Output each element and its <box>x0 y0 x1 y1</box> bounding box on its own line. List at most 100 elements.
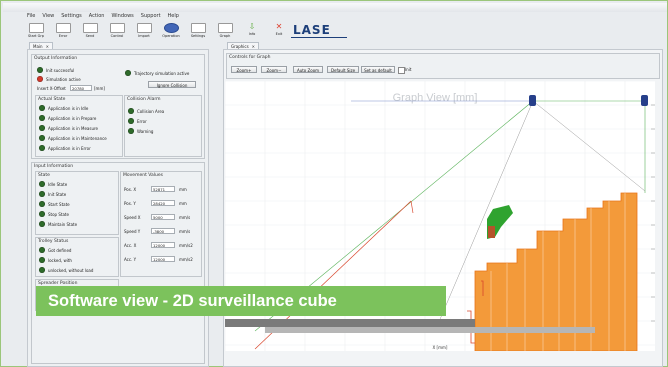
led-label: Init successful <box>46 67 75 73</box>
trolley-label: locked, with <box>48 257 72 263</box>
menu-action[interactable]: Action <box>89 13 105 21</box>
group-title: Actual State <box>38 97 66 102</box>
collision-alarm-group: Collision Alarm Collision Area Error War… <box>124 95 202 157</box>
actual-state-group: Actual State Application is in Idle Appl… <box>35 95 123 157</box>
movement-value-field[interactable]: 12000 <box>151 242 175 248</box>
init-checkbox-label: Init <box>405 67 412 72</box>
trolley-item: unlocked, without load <box>39 267 93 273</box>
group-title: Input Information <box>34 164 74 169</box>
state-label: Maintain State <box>48 221 78 227</box>
spreader-marker-icon <box>641 95 648 106</box>
cube-core <box>488 226 495 238</box>
status-led-icon <box>39 247 45 253</box>
info-toolbar-button[interactable]: ⇩ Info <box>243 23 261 37</box>
operation-icon <box>163 23 179 33</box>
init-checkbox[interactable] <box>398 67 405 74</box>
led-label: Trajectory simulation active <box>134 70 190 76</box>
led-init: Init successful <box>37 67 74 73</box>
movement-label: Pos. X <box>124 187 137 192</box>
status-led-icon <box>128 108 134 114</box>
state-item: Application is in Error <box>39 145 91 151</box>
zoom-out-button[interactable]: Zoom− <box>261 66 287 73</box>
movement-unit: mm/s <box>179 229 191 234</box>
offset-label: Insert X-Offset <box>37 86 66 91</box>
led-label: Simulation active <box>46 76 81 82</box>
movement-unit: mm <box>179 187 187 192</box>
settings-icon <box>190 23 206 33</box>
send-toolbar-button[interactable]: Send <box>81 23 99 38</box>
menu-settings[interactable]: Settings <box>61 13 82 21</box>
operation-toolbar-button[interactable]: Operation <box>162 23 180 38</box>
x-offset-input[interactable]: 20780 <box>70 85 92 91</box>
movement-value-field[interactable]: 52871 <box>151 186 175 192</box>
collision-item: Warning <box>128 128 153 134</box>
status-led-icon <box>125 70 131 76</box>
auto-zoom-button[interactable]: Auto Zoom <box>293 66 323 73</box>
graph-toolbar-button[interactable]: Graph <box>216 23 234 38</box>
exit-toolbar-button[interactable]: ✕ Exit <box>270 22 288 37</box>
status-led-icon <box>39 221 45 227</box>
movement-label: Acc. Y <box>124 257 137 262</box>
menu-windows[interactable]: Windows <box>111 13 133 21</box>
menu-bar: File View Settings Action Windows Suppor… <box>27 13 179 21</box>
spreader-marker-icon <box>529 95 536 106</box>
menu-help[interactable]: Help <box>168 13 179 21</box>
input-state-item: Init State <box>39 191 66 197</box>
output-information-group: Output Information Init successful Simul… <box>31 54 205 159</box>
menu-view[interactable]: View <box>42 13 54 21</box>
quay-ground <box>265 327 595 333</box>
movement-unit: mm <box>179 201 187 206</box>
ignore-collision-button[interactable]: Ignore Collision <box>148 81 196 88</box>
status-led-icon <box>128 118 134 124</box>
menu-support[interactable]: Support <box>141 13 161 21</box>
collision-label: Warning <box>137 128 154 134</box>
state-label: Idle State <box>48 181 68 187</box>
led-trajectory: Trajectory simulation active <box>125 70 189 76</box>
settings-toolbar-button[interactable]: Settings <box>189 23 207 38</box>
movement-value-field[interactable]: 12000 <box>151 256 175 262</box>
set-as-default-button[interactable]: Set as default <box>361 66 395 73</box>
movement-value-field[interactable]: -3800 <box>151 228 175 234</box>
movement-value-field[interactable]: 28420 <box>151 200 175 206</box>
state-label: Application is in Idle <box>48 105 89 111</box>
import-toolbar-button[interactable]: Import <box>135 23 153 38</box>
error-toolbar-button[interactable]: Error <box>54 23 72 38</box>
status-led-icon <box>39 181 45 187</box>
movement-label: Speed X <box>124 215 141 220</box>
zoom-in-button[interactable]: Zoom+ <box>231 66 257 73</box>
status-led-icon <box>39 257 45 263</box>
default-size-button[interactable]: Default Size <box>327 66 359 73</box>
status-led-icon <box>39 211 45 217</box>
menu-file[interactable]: File <box>27 13 35 21</box>
toolbar-button-label: Settings <box>190 34 206 38</box>
state-label: Start State <box>48 201 70 207</box>
control-toolbar-button[interactable]: Control <box>108 23 126 38</box>
x-axis-label: X [mm] <box>433 345 448 350</box>
trajectory-line-grey <box>532 100 646 192</box>
status-led-icon <box>128 128 134 134</box>
lase-logo: LASE <box>293 23 331 37</box>
status-led-icon <box>37 76 43 82</box>
state-label: Stop State <box>48 211 69 217</box>
app-window: File View Settings Action Windows Suppor… <box>0 0 668 367</box>
input-state-item: Start State <box>39 201 70 207</box>
movement-label: Speed Y <box>124 229 141 234</box>
state-item: Application is in Idle <box>39 105 88 111</box>
error-icon <box>55 23 71 33</box>
graph-controls-group: Controls for Graph Zoom+ Zoom− Auto Zoom… <box>226 53 660 79</box>
status-led-icon <box>39 145 45 151</box>
state-item: Application is in Prepare <box>39 115 96 121</box>
state-item: Application is in Measure <box>39 125 98 131</box>
status-led-icon <box>39 191 45 197</box>
start-grp-toolbar-button[interactable]: Start Grp <box>27 23 45 38</box>
state-label: Application is in Error <box>48 145 91 151</box>
toolbar-button-label: Send <box>85 34 95 38</box>
status-led-icon <box>39 201 45 207</box>
movement-value-field[interactable]: 5000 <box>151 214 175 220</box>
quay-ground <box>225 319 475 327</box>
exit-icon: ✕ <box>275 22 283 31</box>
movement-label: Acc. X <box>124 243 137 248</box>
control-icon <box>109 23 125 33</box>
collision-label: Collision Area <box>137 108 165 114</box>
trolley-item: locked, with <box>39 257 72 263</box>
